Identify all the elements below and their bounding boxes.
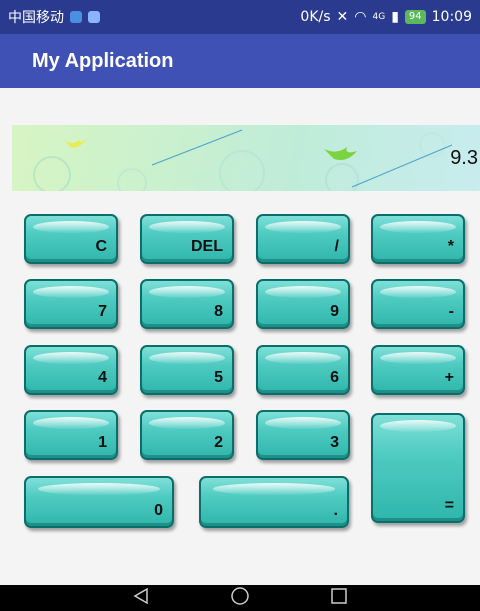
navigation-bar: [0, 585, 480, 611]
back-icon[interactable]: [132, 587, 150, 609]
bird-icon: [64, 138, 88, 148]
five-label: 5: [214, 369, 223, 386]
multiply-label: *: [447, 238, 454, 255]
delete-button[interactable]: DEL: [140, 214, 234, 264]
status-bar: 中国移动 0K/s ✕ ◠ 4G ▮ 94 10:09: [0, 0, 480, 34]
display-background-art: [33, 129, 453, 191]
one-button[interactable]: 1: [24, 410, 118, 460]
status-right: 0K/s ✕ ◠ 4G ▮ 94 10:09: [300, 9, 472, 25]
divide-label: /: [334, 238, 339, 255]
six-label: 6: [330, 369, 339, 386]
signal-icon: ▮: [391, 9, 399, 25]
mute-icon: ✕: [336, 9, 349, 25]
seven-label: 7: [98, 303, 107, 320]
battery-icon: 94: [404, 10, 426, 24]
dot-label: .: [333, 502, 338, 519]
multiply-button[interactable]: *: [371, 214, 465, 264]
delete-label: DEL: [191, 238, 223, 255]
recents-icon[interactable]: [330, 587, 348, 609]
home-icon[interactable]: [230, 586, 250, 610]
display-value: 9.3: [450, 147, 478, 169]
zero-button[interactable]: 0: [24, 476, 174, 528]
clear-button[interactable]: C: [24, 214, 118, 264]
two-button[interactable]: 2: [140, 410, 234, 460]
four-button[interactable]: 4: [24, 345, 118, 395]
wifi-icon: ◠: [354, 9, 367, 25]
three-label: 3: [330, 434, 339, 451]
zero-label: 0: [154, 502, 163, 519]
minus-label: -: [448, 303, 454, 320]
five-button[interactable]: 5: [140, 345, 234, 395]
seven-button[interactable]: 7: [24, 279, 118, 329]
one-label: 1: [98, 434, 107, 451]
divide-button[interactable]: /: [256, 214, 350, 264]
network-speed: 0K/s: [300, 9, 331, 25]
status-time: 10:09: [431, 9, 472, 25]
dot-button[interactable]: .: [199, 476, 349, 528]
clear-label: C: [95, 238, 107, 255]
eight-button[interactable]: 8: [140, 279, 234, 329]
bird-icon-2: [324, 147, 357, 160]
message-icon: [88, 11, 100, 23]
plus-label: +: [444, 369, 454, 386]
three-button[interactable]: 3: [256, 410, 350, 460]
two-label: 2: [214, 434, 223, 451]
minus-button[interactable]: -: [371, 279, 465, 329]
equals-label: =: [444, 497, 454, 514]
status-left: 中国移动: [8, 7, 100, 27]
equals-button[interactable]: =: [371, 413, 465, 523]
app-title: My Application: [32, 49, 174, 72]
network-type: 4G: [372, 12, 386, 22]
nine-button[interactable]: 9: [256, 279, 350, 329]
calculator-display: 9.3: [12, 125, 480, 191]
eight-label: 8: [214, 303, 223, 320]
nine-label: 9: [330, 303, 339, 320]
notification-icon: [70, 11, 82, 23]
plus-button[interactable]: +: [371, 345, 465, 395]
app-bar: My Application: [0, 34, 480, 88]
carrier-label: 中国移动: [8, 10, 64, 26]
six-button[interactable]: 6: [256, 345, 350, 395]
four-label: 4: [98, 369, 107, 386]
